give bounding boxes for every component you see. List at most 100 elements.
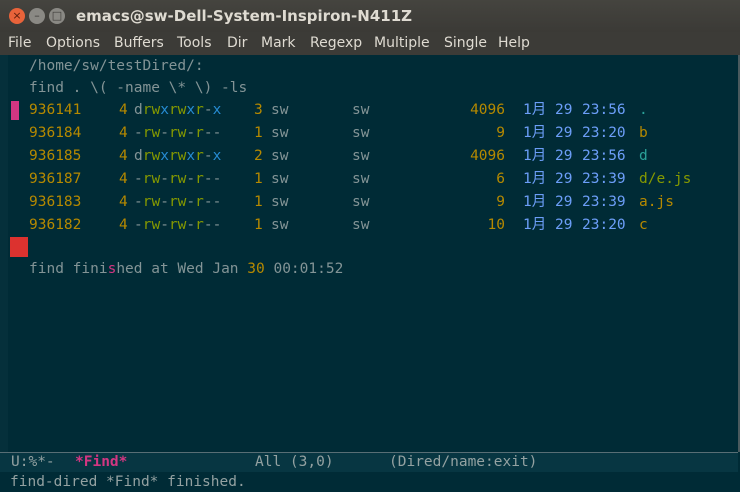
modeline-position: All (3,0) bbox=[255, 454, 334, 470]
month: 1月 bbox=[523, 125, 547, 141]
text-cursor bbox=[10, 237, 28, 257]
menu-help[interactable]: Help bbox=[498, 35, 530, 51]
file-row[interactable]: 936183 4 -rw-rw-r-- 1 sw sw 9 1月 29 23:39 a.js bbox=[0, 191, 738, 214]
menu-file[interactable]: File bbox=[8, 35, 31, 51]
perm-group: r-- bbox=[195, 125, 222, 141]
permissions: -rw-rw-r-- bbox=[134, 191, 221, 214]
time: 23:20 bbox=[582, 125, 626, 141]
menu-dir[interactable]: Dir bbox=[227, 35, 247, 51]
perm-type: d bbox=[134, 148, 143, 164]
permissions: -rw-rw-r-- bbox=[134, 214, 221, 237]
perm-group: rwx bbox=[142, 102, 169, 118]
owner: sw bbox=[271, 125, 289, 141]
link-count: 2 bbox=[254, 148, 263, 164]
menu-bar: File Options Buffers Tools Dir Mark Regexp Mult… bbox=[0, 32, 740, 55]
perm-group: rwx bbox=[168, 148, 196, 164]
window-title: emacs@sw-Dell-System-Inspiron-N411Z bbox=[76, 7, 413, 25]
link-count: 1 bbox=[254, 194, 263, 210]
perm-type: - bbox=[134, 171, 143, 187]
link-count: 1 bbox=[254, 125, 263, 141]
file-size: 10 bbox=[487, 217, 505, 233]
perm-type: d bbox=[134, 102, 143, 118]
month: 1月 bbox=[523, 171, 547, 187]
perm-group: r-- bbox=[195, 194, 222, 210]
time: 23:39 bbox=[582, 194, 626, 210]
inode: 936185 bbox=[29, 148, 82, 164]
file-row[interactable]: 936185 4 drwxrwxr-x 2 sw sw 4096 1月 29 23:56 d bbox=[0, 145, 738, 168]
inode: 936184 bbox=[29, 125, 82, 141]
day: 29 bbox=[555, 194, 573, 210]
file-size: 4096 bbox=[470, 102, 505, 118]
perm-type: - bbox=[134, 217, 143, 233]
inode: 936183 bbox=[29, 194, 82, 210]
perm-group: rw- bbox=[168, 217, 196, 233]
minimize-button[interactable]: – bbox=[29, 8, 45, 24]
perm-group: r-x bbox=[195, 102, 222, 118]
title-bar: × – □ emacs@sw-Dell-System-Inspiron-N411… bbox=[0, 0, 740, 32]
owner: sw bbox=[271, 171, 289, 187]
day: 29 bbox=[555, 217, 573, 233]
modeline-mode: (Dired/name:exit) bbox=[389, 454, 538, 470]
blocks: 4 bbox=[119, 171, 128, 187]
file-name[interactable]: c bbox=[639, 214, 648, 237]
time: 23:56 bbox=[582, 102, 626, 118]
file-name[interactable]: b bbox=[639, 122, 648, 145]
inode: 936141 bbox=[29, 102, 82, 118]
modeline-buffer-name: *Find* bbox=[75, 454, 128, 470]
month: 1月 bbox=[523, 148, 547, 164]
perm-group: rwx bbox=[142, 148, 169, 164]
perm-group: r-- bbox=[195, 217, 222, 233]
menu-multiple[interactable]: Multiple bbox=[374, 35, 430, 51]
blocks: 4 bbox=[119, 148, 128, 164]
owner: sw bbox=[271, 217, 289, 233]
menu-regexp[interactable]: Regexp bbox=[310, 35, 362, 51]
close-button[interactable]: × bbox=[9, 8, 25, 24]
file-row[interactable]: 936141 4 drwxrwxr-x 3 sw sw 4096 1月 29 23:56. bbox=[0, 99, 738, 122]
day: 29 bbox=[555, 148, 573, 164]
find-command: find . \( -name \* \) -ls bbox=[29, 80, 248, 96]
permissions: -rw-rw-r-- bbox=[134, 122, 221, 145]
group: sw bbox=[352, 125, 370, 141]
file-size: 9 bbox=[496, 125, 505, 141]
perm-group: rw- bbox=[142, 171, 169, 187]
perm-group: rw- bbox=[142, 217, 169, 233]
menu-options[interactable]: Options bbox=[46, 35, 100, 51]
menu-mark[interactable]: Mark bbox=[261, 35, 296, 51]
menu-single[interactable]: Single bbox=[444, 35, 487, 51]
perm-group: rw- bbox=[168, 171, 196, 187]
time: 23:39 bbox=[582, 171, 626, 187]
inode: 936187 bbox=[29, 171, 82, 187]
file-name[interactable]: . bbox=[639, 99, 648, 122]
perm-group: rw- bbox=[168, 194, 196, 210]
file-row[interactable]: 936182 4 -rw-rw-r-- 1 sw sw 10 1月 29 23:20 c bbox=[0, 214, 738, 237]
inode: 936182 bbox=[29, 217, 82, 233]
group: sw bbox=[352, 102, 370, 118]
owner: sw bbox=[271, 148, 289, 164]
month: 1月 bbox=[523, 217, 547, 233]
file-name[interactable]: d/e.js bbox=[639, 168, 691, 191]
file-name[interactable]: a.js bbox=[639, 191, 674, 214]
group: sw bbox=[352, 194, 370, 210]
menu-tools[interactable]: Tools bbox=[177, 35, 212, 51]
permissions: drwxrwxr-x bbox=[134, 99, 221, 122]
find-finished-line: find finished at Wed Jan 30 00:01:52 bbox=[29, 261, 344, 277]
file-size: 9 bbox=[496, 194, 505, 210]
month: 1月 bbox=[523, 194, 547, 210]
file-row[interactable]: 936187 4 -rw-rw-r-- 1 sw sw 6 1月 29 23:39 d/e.js bbox=[0, 168, 738, 191]
owner: sw bbox=[271, 102, 289, 118]
blocks: 4 bbox=[119, 217, 128, 233]
file-size: 4096 bbox=[470, 148, 505, 164]
menu-buffers[interactable]: Buffers bbox=[114, 35, 164, 51]
file-size: 6 bbox=[496, 171, 505, 187]
blocks: 4 bbox=[119, 102, 128, 118]
blocks: 4 bbox=[119, 194, 128, 210]
owner: sw bbox=[271, 194, 289, 210]
mode-line: U:%*- *Find* All (3,0) (Dired/name:exit) bbox=[0, 452, 738, 473]
file-row[interactable]: 936184 4 -rw-rw-r-- 1 sw sw 9 1月 29 23:20 b bbox=[0, 122, 738, 145]
maximize-button[interactable]: □ bbox=[49, 8, 65, 24]
group: sw bbox=[352, 171, 370, 187]
dired-buffer[interactable]: /home/sw/testDired/: find . \( -name \* … bbox=[0, 55, 740, 452]
file-name[interactable]: d bbox=[639, 145, 648, 168]
group: sw bbox=[352, 148, 370, 164]
blocks: 4 bbox=[119, 125, 128, 141]
